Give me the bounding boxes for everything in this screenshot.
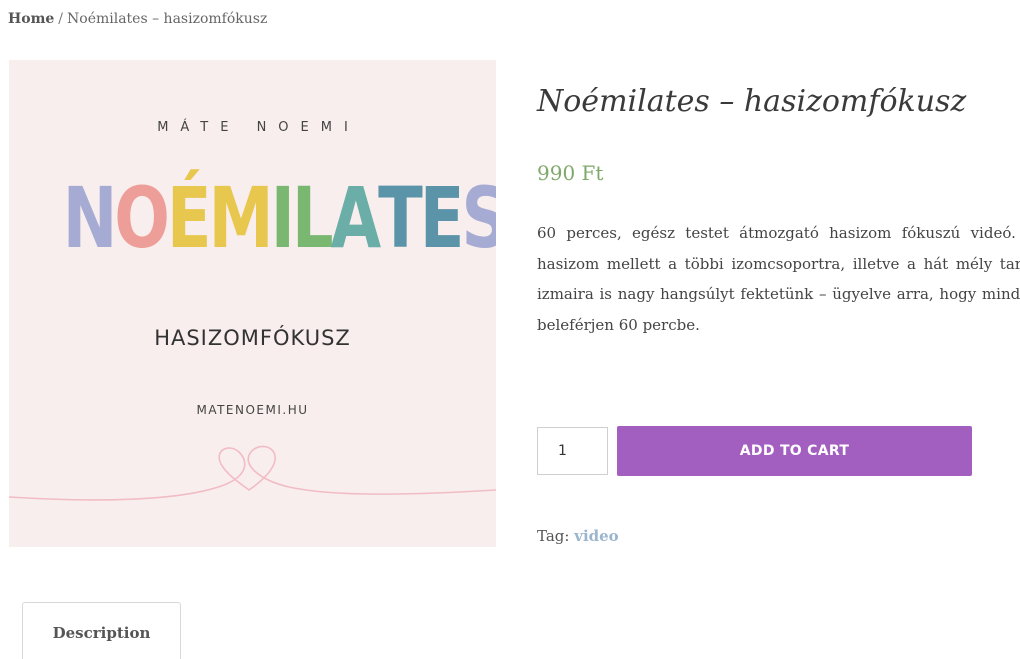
logo-letter-6: A — [330, 169, 382, 267]
tags-label: Tag: — [537, 527, 570, 545]
logo-letter-3: M — [208, 169, 274, 267]
logo-letter-2: É — [166, 169, 212, 267]
product-description: 60 perces, egész testet átmozgató hasizo… — [537, 224, 1020, 334]
logo-letter-7: T — [378, 169, 423, 267]
image-subtitle: HASIZOMFÓKUSZ — [154, 326, 351, 350]
product-tabs: Description — [22, 602, 181, 659]
tab-description[interactable]: Description — [22, 602, 181, 659]
add-to-cart-button[interactable]: ADD TO CART — [617, 426, 972, 476]
logo-letter-4: I — [270, 169, 295, 267]
heart-line-decoration — [9, 445, 496, 501]
product-image[interactable]: MÁTE NOEMI NOÉMILATES HASIZOMFÓKUSZ MATE… — [9, 60, 496, 547]
image-site-url: MATENOEMI.HU — [196, 403, 309, 417]
logo-letter-8: E — [419, 169, 465, 267]
breadcrumb-current: Noémilates – hasizomfókusz — [67, 11, 268, 27]
logo-letter-5: L — [291, 169, 334, 267]
logo-letter-9: S — [461, 168, 496, 268]
breadcrumb-separator: / — [58, 11, 64, 27]
product-price: 990 Ft — [537, 161, 604, 185]
product-tags: Tag: video — [537, 527, 619, 545]
tag-link-video[interactable]: video — [574, 527, 618, 545]
product-title: Noémilates – hasizomfókusz — [537, 84, 967, 119]
image-brand-name: MÁTE NOEMI — [157, 120, 360, 135]
logo-letter-0: N — [62, 169, 118, 267]
logo-letter-1: O — [114, 169, 170, 267]
image-logo: NOÉMILATES — [62, 168, 496, 268]
quantity-input[interactable] — [537, 427, 608, 475]
breadcrumb: Home / Noémilates – hasizomfókusz — [8, 11, 267, 27]
breadcrumb-home-link[interactable]: Home — [8, 11, 54, 27]
